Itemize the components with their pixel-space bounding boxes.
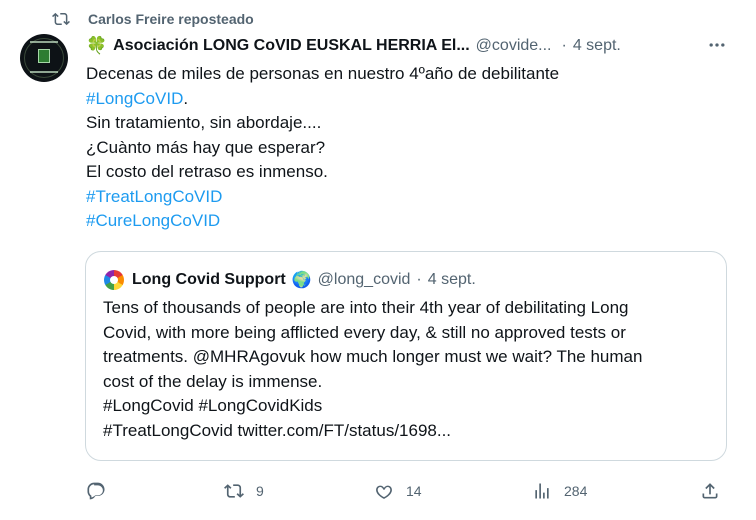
more-icon [709,43,725,47]
repost-icon [52,12,70,26]
repost-count: 9 [256,483,264,499]
quoted-author-avatar[interactable] [104,270,124,290]
tweet-text: Decenas de miles de personas en nuestro … [86,62,726,234]
repost-icon [224,484,244,498]
like-count: 14 [406,483,422,499]
avatar-logo-text [30,41,58,43]
repost-button[interactable]: 9 [224,478,264,504]
quoted-tweet[interactable]: Long Covid Support 🌍 @long_covid · 4 sep… [85,251,727,461]
quoted-text-line: Covid, with more being afflicted every d… [103,322,626,342]
author-avatar[interactable] [20,34,68,82]
quoted-tweet-timestamp[interactable]: 4 sept. [428,271,476,289]
separator-dot: · [561,37,567,54]
quoted-text-line: treatments. @MHRAgovuk how much longer m… [103,347,643,366]
view-count: 284 [564,483,588,499]
more-options-button[interactable] [706,34,728,56]
share-button[interactable] [700,478,720,504]
quoted-text-line: #TreatLongCovid twitter.com/FT/status/16… [103,420,452,440]
clover-emoji: 🍀 [86,36,108,55]
quoted-text-line: Tens of thousands of people are into the… [103,298,629,317]
repost-indicator[interactable]: Carlos Freire reposteado [52,8,254,30]
avatar-logo-mark [38,49,50,63]
quoted-text-line: cost of the delay is immense. [103,371,323,391]
author-name[interactable]: Asociación LONG CoVID EUSKAL HERRIA El..… [113,37,470,55]
like-button[interactable]: 14 [374,478,422,504]
hashtag-link[interactable]: #LongCoVID [86,89,183,108]
quoted-text-line: #LongCovid #LongCovidKids [103,396,323,415]
globe-emoji: 🌍 [291,272,312,289]
hashtag-link[interactable]: #CureLongCoVID [86,209,726,234]
hashtag-link[interactable]: #TreatLongCoVID [86,185,726,210]
avatar-logo-text [30,71,58,73]
tweet-text-fragment: . [183,88,189,108]
tweet-text-line: Sin tratamiento, sin abordaje.... [86,113,322,132]
repost-label[interactable]: Carlos Freire reposteado [88,11,254,27]
separator-dot: · [416,271,422,288]
reply-icon [87,482,105,500]
views-button[interactable]: 284 [532,478,587,504]
tweet-header: 🍀 Asociación LONG CoVID EUSKAL HERRIA El… [86,34,742,58]
tweet-text-line: Decenas de miles de personas en nuestro … [86,64,560,83]
tweet-text-line: #LongCoVID. [86,87,726,112]
tweet-actions: 9 14 284 [86,478,736,504]
quoted-author-handle[interactable]: @long_covid [318,271,411,289]
author-handle[interactable]: @covide... [476,37,552,55]
quoted-tweet-text: Tens of thousands of people are into the… [103,296,723,443]
tweet-text-line: ¿Cuànto más hay que esperar? [86,137,326,157]
heart-icon [376,485,392,499]
reply-button[interactable] [86,478,118,504]
tweet-text-line: El costo del retraso es inmenso. [86,162,328,181]
share-icon [702,483,718,499]
quoted-tweet-header: Long Covid Support 🌍 @long_covid · 4 sep… [104,268,476,292]
quoted-author-name[interactable]: Long Covid Support [132,271,286,289]
tweet-timestamp[interactable]: 4 sept. [573,37,621,55]
analytics-icon [535,483,549,499]
